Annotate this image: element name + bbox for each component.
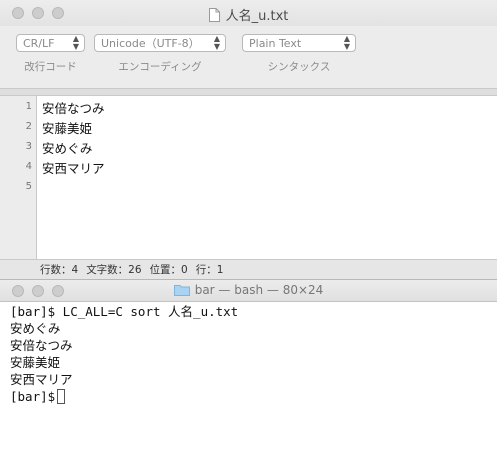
terminal-prompt-line: [bar]$ [10,388,497,405]
terminal-window: bar — bash — 80×24 [bar]$ LC_ALL=C sort … [0,280,497,457]
ruler [0,88,497,96]
editor-title: 人名_u.txt [0,5,497,24]
terminal-cursor [57,389,66,404]
cursor-row: 行：1 [195,264,224,276]
terminal-line: 安藤美姫 [10,355,61,370]
line-number: 4 [25,161,32,172]
syntax-select[interactable]: Plain Text ▲ ▼ [242,34,356,52]
syntax-label: シンタックス [267,61,331,73]
encoding-select[interactable]: Unicode（UTF-8） ▲ ▼ [94,34,226,52]
chevron-updown-icon: ▲ ▼ [72,34,79,51]
chevron-updown-icon: ▲ ▼ [213,34,220,51]
line-number: 2 [25,121,32,132]
terminal-line: 安西マリア [10,372,73,387]
editor-toolbar: CR/LF ▲ ▼ Unicode（UTF-8） ▲ ▼ Plain Text ▲ ▼… [0,26,497,88]
text-editor-area[interactable]: 1 2 3 4 5 安倍なつみ 安藤美姫 安めぐみ 安西マリア [0,96,497,259]
chevron-updown-icon: ▲ ▼ [343,34,350,51]
text-line: 安藤美姫 [42,121,93,136]
editor-title-text: 人名_u.txt [225,9,289,24]
line-number: 3 [25,141,32,152]
line-ending-value: CR/LF [23,36,55,50]
line-number: 1 [25,101,32,112]
editor-status-bar: 行数：4 文字数：26 位置：0 行：1 [0,259,497,279]
text-line: 安西マリア [42,161,105,176]
encoding-value: Unicode（UTF-8） [101,37,200,50]
line-number-gutter: 1 2 3 4 5 [0,96,37,259]
terminal-line: 安倍なつみ [10,338,73,353]
text-line: 安めぐみ [42,141,93,156]
editor-titlebar: 人名_u.txt [0,0,497,26]
syntax-value: Plain Text [249,36,302,50]
line-count: 行数：4 [40,264,79,276]
terminal-title: bar — bash — 80×24 [0,283,497,297]
terminal-line: [bar]$ LC_ALL=C sort 人名_u.txt [10,304,239,319]
terminal-titlebar: bar — bash — 80×24 [0,280,497,302]
terminal-prompt: [bar]$ [10,389,56,404]
folder-icon [173,284,190,296]
terminal-output[interactable]: [bar]$ LC_ALL=C sort 人名_u.txt 安めぐみ 安倍なつみ… [10,303,497,457]
cursor-position: 位置：0 [149,264,188,276]
line-ending-label: 改行コード [24,61,77,73]
char-count: 文字数：26 [86,264,142,276]
terminal-title-text: bar — bash — 80×24 [194,283,324,297]
encoding-label: エンコーディング [118,61,202,73]
terminal-line: 安めぐみ [10,321,61,336]
document-icon [208,7,220,22]
line-number: 5 [25,181,32,192]
text-line: 安倍なつみ [42,101,105,116]
line-ending-select[interactable]: CR/LF ▲ ▼ [16,34,85,52]
editor-window: 人名_u.txt CR/LF ▲ ▼ Unicode（UTF-8） ▲ ▼ Plai… [0,0,497,280]
